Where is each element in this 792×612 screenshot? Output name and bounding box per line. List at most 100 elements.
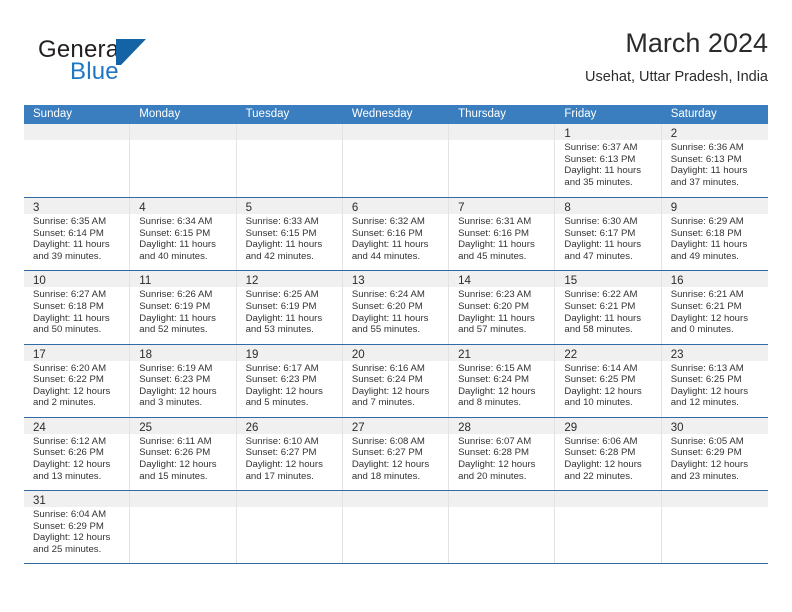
day-info-line: Daylight: 12 hours (245, 385, 323, 397)
day-number: 8 (564, 202, 571, 215)
day-number-band: 28 (449, 417, 555, 434)
day-cell-11[interactable]: 11 Sunrise: 6:26 AM Sunset: 6:19 PM Dayligh… (130, 271, 237, 344)
day-number: 10 (33, 275, 46, 288)
day-info-line: Sunset: 6:14 PM (33, 227, 104, 239)
day-number-band: 1 (555, 124, 661, 140)
day-cell-19[interactable]: 19 Sunrise: 6:17 AM Sunset: 6:23 PM Dayligh… (236, 344, 343, 417)
day-cell-17[interactable]: 17 Sunrise: 6:20 AM Sunset: 6:22 PM Dayligh… (24, 344, 131, 417)
day-info-line: and 55 minutes. (351, 324, 421, 336)
day-cell-empty (130, 490, 237, 564)
brand-logo[interactable]: General Blue (38, 36, 258, 92)
day-number-band (661, 490, 768, 507)
day-cell-21[interactable]: 21 Sunrise: 6:15 AM Sunset: 6:24 PM Dayligh… (449, 344, 556, 417)
day-info-line: Sunrise: 6:31 AM (458, 216, 532, 228)
day-cell-23[interactable]: 23 Sunrise: 6:13 AM Sunset: 6:25 PM Dayligh… (661, 344, 768, 417)
day-number: 22 (564, 348, 578, 361)
day-number: 24 (33, 421, 46, 434)
weekday-header-thursday: Thursday (458, 108, 507, 120)
day-info-line: Sunset: 6:18 PM (33, 300, 104, 312)
day-info-line: Daylight: 11 hours (564, 165, 642, 177)
day-info-line: Sunset: 6:25 PM (670, 374, 742, 386)
title-block: March 2024 Usehat, Uttar Pradesh, India (248, 26, 768, 88)
day-cell-2[interactable]: 2 Sunrise: 6:36 AM Sunset: 6:13 PM Daylight… (661, 124, 768, 198)
day-number: 12 (245, 275, 259, 288)
day-number: 14 (458, 275, 471, 288)
day-info-line: and 52 minutes. (139, 324, 208, 336)
day-number: 16 (670, 275, 684, 288)
day-number-band: 7 (449, 198, 555, 215)
day-number: 29 (564, 421, 578, 434)
day-info-line: Daylight: 11 hours (670, 239, 748, 251)
day-cell-1[interactable]: 1 Sunrise: 6:37 AM Sunset: 6:13 PM Daylight… (555, 124, 662, 198)
day-number-band: 24 (24, 417, 130, 434)
page-header: General Blue March 2024 Usehat, Uttar Pr… (24, 26, 768, 98)
day-cell-7[interactable]: 7 Sunrise: 6:31 AM Sunset: 6:16 PM Daylight… (449, 198, 556, 271)
day-cell-20[interactable]: 20 Sunrise: 6:16 AM Sunset: 6:24 PM Dayligh… (342, 344, 450, 417)
day-info: Sunrise: 6:13 AM Sunset: 6:25 PM Daylight:… (662, 361, 768, 409)
day-info-line: Daylight: 11 hours (139, 239, 216, 251)
day-info: Sunrise: 6:37 AM Sunset: 6:13 PM Daylight:… (555, 140, 660, 188)
day-number-band (236, 490, 342, 507)
day-number-band (24, 124, 130, 140)
weekday-header-sunday: Sunday (33, 108, 73, 120)
day-cell-16[interactable]: 16 Sunrise: 6:21 AM Sunset: 6:21 PM Dayligh… (661, 271, 768, 344)
day-info-line: Sunset: 6:18 PM (670, 227, 742, 239)
day-info-line: Sunrise: 6:32 AM (351, 216, 425, 228)
day-number-band: 23 (661, 344, 768, 361)
day-info-line: Sunset: 6:23 PM (245, 374, 317, 386)
day-cell-3[interactable]: 3 Sunrise: 6:35 AM Sunset: 6:14 PM Daylight… (24, 198, 131, 271)
day-info-line: and 57 minutes. (458, 324, 527, 336)
day-number-band: 11 (130, 271, 236, 288)
day-info-line: Sunrise: 6:13 AM (670, 362, 744, 374)
day-cell-25[interactable]: 25 Sunrise: 6:11 AM Sunset: 6:26 PM Dayligh… (130, 417, 237, 490)
day-info-line: Daylight: 12 hours (351, 458, 430, 470)
day-info-line: Sunrise: 6:19 AM (139, 362, 213, 374)
day-cell-26[interactable]: 26 Sunrise: 6:10 AM Sunset: 6:27 PM Dayligh… (236, 417, 343, 490)
day-info-line: and 53 minutes. (245, 324, 314, 336)
day-info-line: and 35 minutes. (564, 176, 633, 188)
day-number-band: 18 (130, 344, 236, 361)
day-cell-28[interactable]: 28 Sunrise: 6:07 AM Sunset: 6:28 PM Dayligh… (449, 417, 556, 490)
day-number: 17 (33, 348, 46, 361)
day-info: Sunrise: 6:35 AM Sunset: 6:14 PM Daylight:… (24, 214, 129, 262)
day-cell-5[interactable]: 5 Sunrise: 6:33 AM Sunset: 6:15 PM Daylight… (236, 198, 343, 271)
day-info-line: Daylight: 12 hours (139, 458, 217, 470)
day-cell-22[interactable]: 22 Sunrise: 6:14 AM Sunset: 6:25 PM Dayligh… (555, 344, 662, 417)
day-cell-15[interactable]: 15 Sunrise: 6:22 AM Sunset: 6:21 PM Dayligh… (555, 271, 662, 344)
day-cell-9[interactable]: 9 Sunrise: 6:29 AM Sunset: 6:18 PM Daylight… (661, 198, 768, 271)
day-cell-27[interactable]: 27 Sunrise: 6:08 AM Sunset: 6:27 PM Dayligh… (342, 417, 450, 490)
day-info-line: Daylight: 11 hours (351, 239, 429, 251)
day-info-line: Sunrise: 6:07 AM (458, 435, 532, 447)
day-cell-10[interactable]: 10 Sunrise: 6:27 AM Sunset: 6:18 PM Dayligh… (24, 271, 131, 344)
day-number-band: 20 (342, 344, 449, 361)
day-info-line: and 42 minutes. (245, 250, 314, 262)
day-cell-29[interactable]: 29 Sunrise: 6:06 AM Sunset: 6:28 PM Dayligh… (555, 417, 662, 490)
week-rows-container: 1 Sunrise: 6:37 AM Sunset: 6:13 PM Daylight… (24, 124, 768, 564)
day-info-line: Sunrise: 6:17 AM (245, 362, 319, 374)
day-cell-4[interactable]: 4 Sunrise: 6:34 AM Sunset: 6:15 PM Daylight… (130, 198, 237, 271)
day-cell-12[interactable]: 12 Sunrise: 6:25 AM Sunset: 6:19 PM Dayligh… (236, 271, 343, 344)
day-cell-30[interactable]: 30 Sunrise: 6:05 AM Sunset: 6:29 PM Dayligh… (661, 417, 768, 490)
day-cell-24[interactable]: 24 Sunrise: 6:12 AM Sunset: 6:26 PM Dayligh… (24, 417, 131, 490)
day-number: 15 (564, 275, 578, 288)
day-number-band: 2 (661, 124, 768, 140)
page-title: March 2024 (625, 28, 768, 58)
day-info-line: Daylight: 12 hours (670, 385, 749, 397)
day-info-line: Daylight: 12 hours (351, 385, 430, 397)
day-cell-8[interactable]: 8 Sunrise: 6:30 AM Sunset: 6:17 PM Daylight… (555, 198, 662, 271)
day-info-line: Sunrise: 6:20 AM (33, 362, 107, 374)
day-info: Sunrise: 6:30 AM Sunset: 6:17 PM Daylight:… (555, 214, 660, 262)
day-info-line: and 13 minutes. (33, 470, 102, 482)
day-cell-31[interactable]: 31 Sunrise: 6:04 AM Sunset: 6:29 PM Dayligh… (24, 490, 131, 564)
day-info: Sunrise: 6:33 AM Sunset: 6:15 PM Daylight:… (237, 214, 342, 262)
day-number: 21 (458, 348, 471, 361)
day-info-line: Sunrise: 6:11 AM (139, 435, 212, 447)
day-cell-6[interactable]: 6 Sunrise: 6:32 AM Sunset: 6:16 PM Daylight… (342, 198, 450, 271)
day-info-line: and 18 minutes. (351, 470, 421, 482)
day-cell-18[interactable]: 18 Sunrise: 6:19 AM Sunset: 6:23 PM Dayligh… (130, 344, 237, 417)
day-cell-13[interactable]: 13 Sunrise: 6:24 AM Sunset: 6:20 PM Dayligh… (342, 271, 450, 344)
day-number-band: 21 (449, 344, 555, 361)
day-number-band (342, 124, 449, 140)
day-cell-14[interactable]: 14 Sunrise: 6:23 AM Sunset: 6:20 PM Dayligh… (449, 271, 556, 344)
day-info-line: and 49 minutes. (670, 250, 739, 262)
